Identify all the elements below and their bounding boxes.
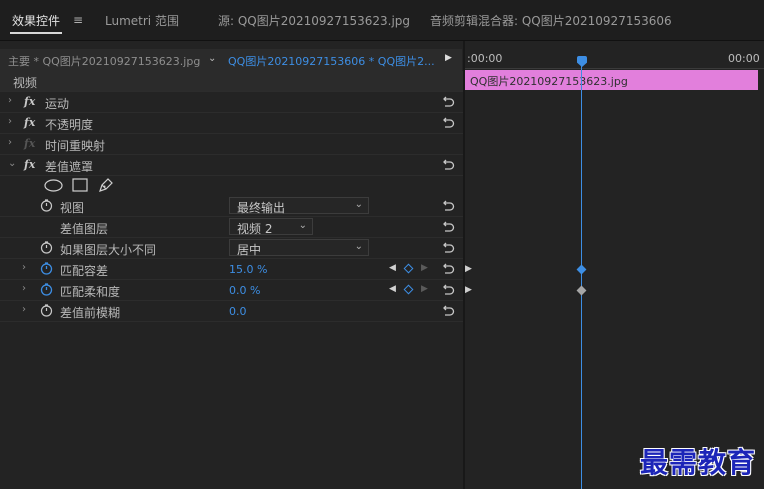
tab-source-monitor[interactable]: 源: QQ图片20210927153623.jpg: [218, 12, 410, 29]
fx-icon[interactable]: fx: [24, 116, 35, 129]
playhead-line[interactable]: [581, 66, 582, 489]
param-value[interactable]: 0.0 %: [229, 284, 260, 297]
panel-tab-bar: 效果控件 ≡ Lumetri 范围 源: QQ图片20210927153623.…: [0, 0, 764, 40]
chevron-right-icon[interactable]: ›: [22, 283, 26, 294]
reset-icon[interactable]: [442, 261, 456, 275]
stopwatch-icon[interactable]: [40, 199, 53, 212]
stopwatch-icon[interactable]: [40, 304, 53, 317]
chevron-down-icon: ⌄: [354, 199, 363, 210]
param-label: 视图: [60, 201, 85, 215]
ellipse-mask-icon[interactable]: [44, 179, 63, 192]
next-keyframe-icon[interactable]: ▶: [421, 263, 428, 273]
effect-label: 差值遮罩: [45, 160, 94, 174]
play-triangle-icon[interactable]: ▶: [445, 53, 452, 63]
dropdown-value: 居中: [237, 243, 262, 257]
param-label: 如果图层大小不同: [60, 243, 157, 257]
keyframe-icon[interactable]: [576, 285, 587, 296]
next-keyframe-icon[interactable]: ▶: [421, 284, 428, 294]
tab-lumetri-scopes[interactable]: Lumetri 范围: [105, 12, 179, 29]
effect-row-difference-matte[interactable]: ⌄ fx 差值遮罩: [0, 155, 463, 176]
param-row-layer-size[interactable]: 如果图层大小不同 居中 ⌄: [0, 238, 463, 259]
sequence-clip-label[interactable]: QQ图片20210927153606 * QQ图片2...: [228, 53, 436, 69]
rectangle-mask-icon[interactable]: [72, 178, 88, 192]
chevron-down-icon: ⌄: [354, 241, 363, 252]
reset-icon[interactable]: [442, 157, 456, 171]
param-label: 差值前模糊: [60, 306, 121, 320]
param-row-match-tolerance[interactable]: › 匹配容差 15.0 % ◀ ▶: [0, 259, 463, 280]
reset-icon[interactable]: [442, 240, 456, 254]
effect-row-opacity[interactable]: › fx 不透明度: [0, 113, 463, 134]
chevron-right-icon[interactable]: ›: [22, 262, 26, 273]
watermark-logo: 最需教育: [640, 446, 757, 479]
chevron-right-icon[interactable]: ›: [8, 116, 12, 127]
prev-keyframe-icon[interactable]: ◀: [389, 284, 396, 294]
param-value[interactable]: 0.0: [229, 305, 247, 318]
chevron-right-icon[interactable]: ›: [8, 137, 12, 148]
reset-icon[interactable]: [442, 198, 456, 212]
fx-icon[interactable]: fx: [24, 158, 35, 171]
effect-label: 时间重映射: [45, 139, 106, 153]
effect-label: 运动: [45, 97, 70, 111]
ruler-time-start: :00:00: [467, 52, 503, 65]
param-label: 匹配柔和度: [60, 285, 121, 299]
tab-effect-controls[interactable]: 效果控件: [12, 12, 60, 29]
active-tab-indicator: [10, 32, 62, 34]
pen-mask-icon[interactable]: [98, 177, 114, 193]
param-value[interactable]: 15.0 %: [229, 263, 267, 276]
fx-icon[interactable]: fx: [24, 95, 35, 108]
reset-icon[interactable]: [442, 303, 456, 317]
ruler-time-end: 00:00: [728, 52, 760, 65]
play-triangle-icon[interactable]: ▶: [465, 264, 472, 274]
chevron-down-icon[interactable]: ⌄: [8, 158, 16, 169]
reset-icon[interactable]: [442, 219, 456, 233]
dropdown-value: 最终输出: [237, 201, 286, 215]
stopwatch-icon[interactable]: [40, 241, 53, 254]
size-dropdown[interactable]: 居中 ⌄: [229, 239, 369, 257]
reset-icon[interactable]: [442, 115, 456, 129]
video-section-header: 视频: [0, 71, 463, 92]
param-row-match-softness[interactable]: › 匹配柔和度 0.0 % ◀ ▶: [0, 280, 463, 301]
chevron-right-icon[interactable]: ›: [8, 95, 12, 106]
effect-row-motion[interactable]: › fx 运动: [0, 92, 463, 113]
chevron-right-icon[interactable]: ›: [22, 304, 26, 315]
tab-audio-clip-mixer[interactable]: 音频剪辑混合器: QQ图片20210927153606: [430, 12, 672, 29]
menu-icon[interactable]: ≡: [73, 13, 83, 27]
param-label: 差值图层: [60, 222, 109, 236]
timeline-clip[interactable]: QQ图片20210927153623.jpg: [465, 70, 758, 90]
param-row-blur-before[interactable]: › 差值前模糊 0.0: [0, 301, 463, 322]
view-dropdown[interactable]: 最终输出 ⌄: [229, 197, 369, 215]
play-triangle-icon[interactable]: ▶: [465, 285, 472, 295]
stopwatch-icon[interactable]: [40, 262, 53, 275]
add-keyframe-icon[interactable]: [403, 284, 414, 295]
stopwatch-icon[interactable]: [40, 283, 53, 296]
prev-keyframe-icon[interactable]: ◀: [389, 263, 396, 273]
timeline-ruler[interactable]: :00:00 00:00: [465, 49, 764, 69]
param-label: 匹配容差: [60, 264, 109, 278]
reset-icon[interactable]: [442, 282, 456, 296]
effect-row-time-remap[interactable]: › fx 时间重映射: [0, 134, 463, 155]
clip-name: QQ图片20210927153623.jpg: [470, 75, 628, 88]
master-clip-label[interactable]: 主要 * QQ图片20210927153623.jpg: [8, 53, 200, 69]
clip-selector-row: 主要 * QQ图片20210927153623.jpg ⌄ QQ图片202109…: [0, 49, 462, 71]
mask-tools-row: [0, 175, 463, 196]
param-row-view[interactable]: 视图 最终输出 ⌄: [0, 196, 463, 217]
dropdown-value: 视频 2: [237, 222, 273, 236]
section-title: 视频: [13, 76, 38, 90]
chevron-down-icon: ⌄: [298, 220, 307, 231]
tab-bar-divider: [0, 40, 764, 41]
chevron-down-icon[interactable]: ⌄: [208, 53, 216, 64]
keyframe-icon[interactable]: [576, 264, 587, 275]
add-keyframe-icon[interactable]: [403, 263, 414, 274]
ruler-baseline: [465, 68, 764, 69]
effect-label: 不透明度: [45, 118, 94, 132]
reset-icon[interactable]: [442, 94, 456, 108]
fx-icon: fx: [24, 137, 36, 150]
layer-dropdown[interactable]: 视频 2 ⌄: [229, 218, 313, 236]
param-row-difference-layer[interactable]: 差值图层 视频 2 ⌄: [0, 217, 463, 238]
